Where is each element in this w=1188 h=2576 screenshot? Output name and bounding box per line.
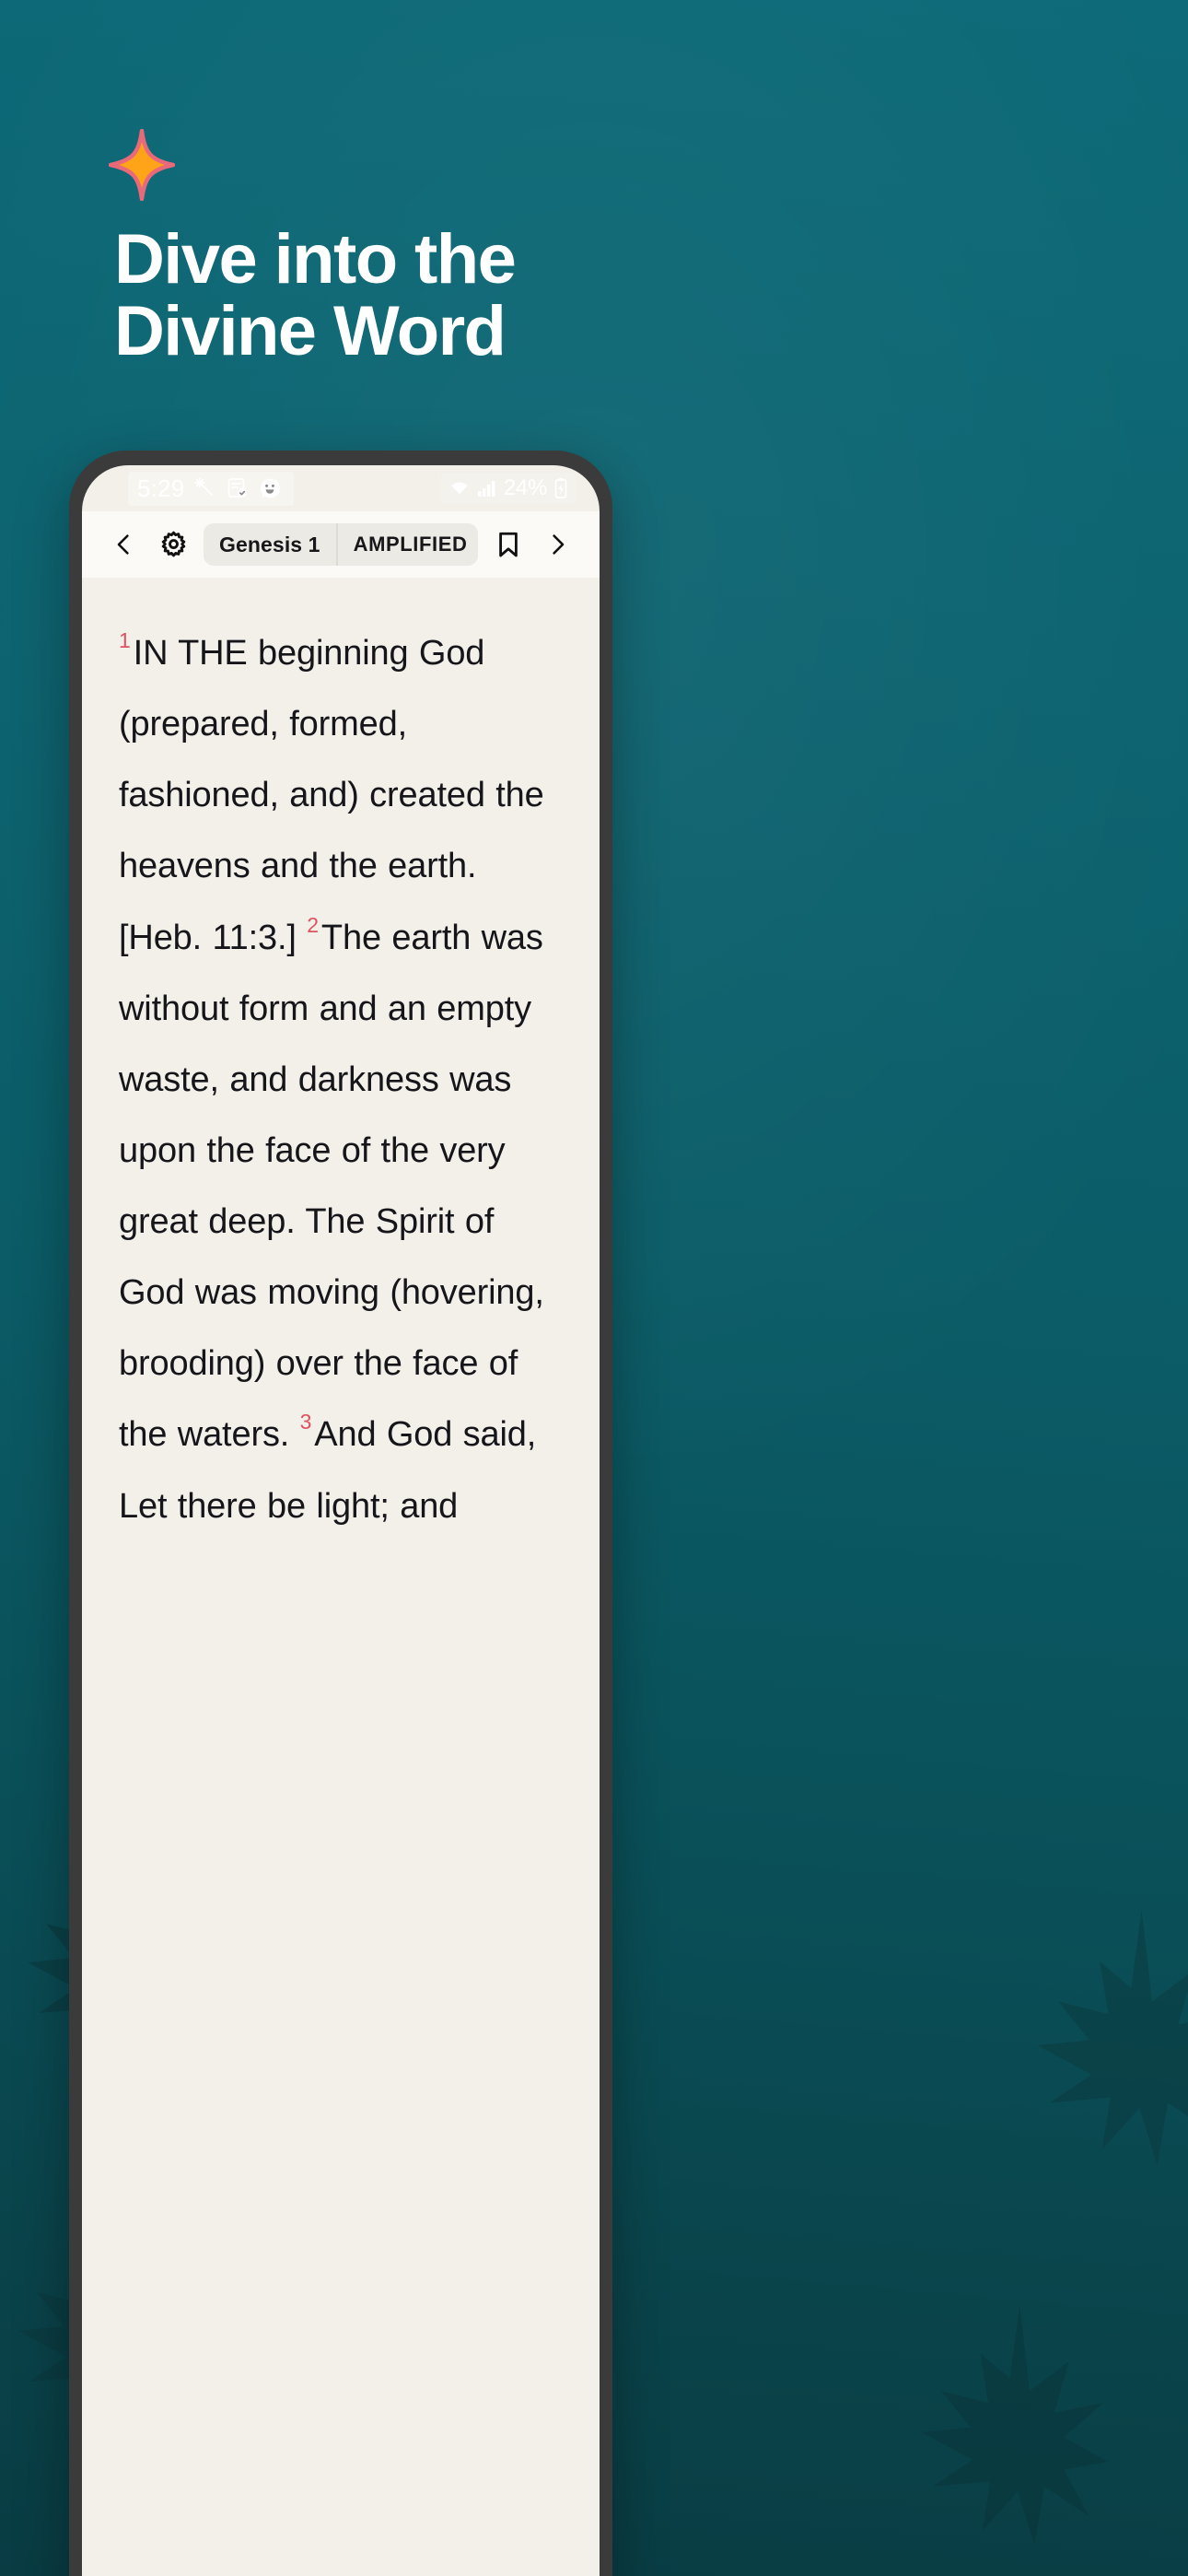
verse-text: The earth was without form and an empty … bbox=[119, 918, 544, 1455]
verse-number[interactable]: 2 bbox=[307, 913, 321, 937]
back-button[interactable] bbox=[99, 520, 148, 569]
battery-percentage: 24% bbox=[503, 475, 547, 500]
status-time: 5:29 bbox=[137, 474, 185, 502]
page-title: Dive into the Divine Word bbox=[114, 223, 1035, 371]
forward-button[interactable] bbox=[533, 520, 583, 569]
phone-screen: 5:29 24% Genesis 1 AMPLIFIED 1IN THE beg… bbox=[82, 465, 600, 2576]
headline-line-1: Dive into the bbox=[114, 220, 517, 299]
battery-charging-icon bbox=[553, 477, 568, 499]
settings-button[interactable] bbox=[148, 520, 198, 569]
smiley-face-icon bbox=[259, 477, 281, 499]
verse-text-block: 1IN THE beginning God (prepared, formed,… bbox=[119, 618, 563, 1542]
sparkle-icon bbox=[108, 128, 176, 202]
headline-line-2: Divine Word bbox=[114, 292, 507, 371]
magic-wand-icon bbox=[194, 477, 216, 499]
status-bar: 5:29 24% bbox=[82, 465, 600, 511]
gear-icon bbox=[161, 531, 185, 556]
chapter-selector[interactable]: Genesis 1 bbox=[204, 523, 336, 566]
bookmark-icon bbox=[499, 532, 518, 557]
verse-text: IN THE beginning God (prepared, formed, … bbox=[119, 634, 544, 957]
verse-number[interactable]: 1 bbox=[119, 628, 134, 652]
reference-pill: Genesis 1 AMPLIFIED bbox=[204, 523, 478, 566]
translation-selector[interactable]: AMPLIFIED bbox=[338, 523, 478, 566]
chevron-right-icon bbox=[553, 534, 565, 555]
status-bar-right: 24% bbox=[440, 473, 576, 504]
status-bar-left: 5:29 bbox=[128, 471, 295, 506]
leaf-silhouette-right bbox=[967, 1889, 1188, 2202]
chevron-left-icon bbox=[117, 534, 129, 555]
cellular-signal-icon bbox=[477, 479, 497, 498]
bookmark-button[interactable] bbox=[483, 520, 533, 569]
note-check-icon bbox=[227, 477, 249, 499]
verse-number[interactable]: 3 bbox=[300, 1410, 315, 1434]
phone-mockup: 5:29 24% Genesis 1 AMPLIFIED 1IN THE beg… bbox=[69, 451, 612, 2576]
leaf-silhouette-right-lower bbox=[856, 2285, 1114, 2576]
app-toolbar: Genesis 1 AMPLIFIED bbox=[82, 511, 600, 578]
wifi-icon bbox=[448, 479, 471, 498]
scripture-reader[interactable]: 1IN THE beginning God (prepared, formed,… bbox=[82, 578, 600, 2576]
